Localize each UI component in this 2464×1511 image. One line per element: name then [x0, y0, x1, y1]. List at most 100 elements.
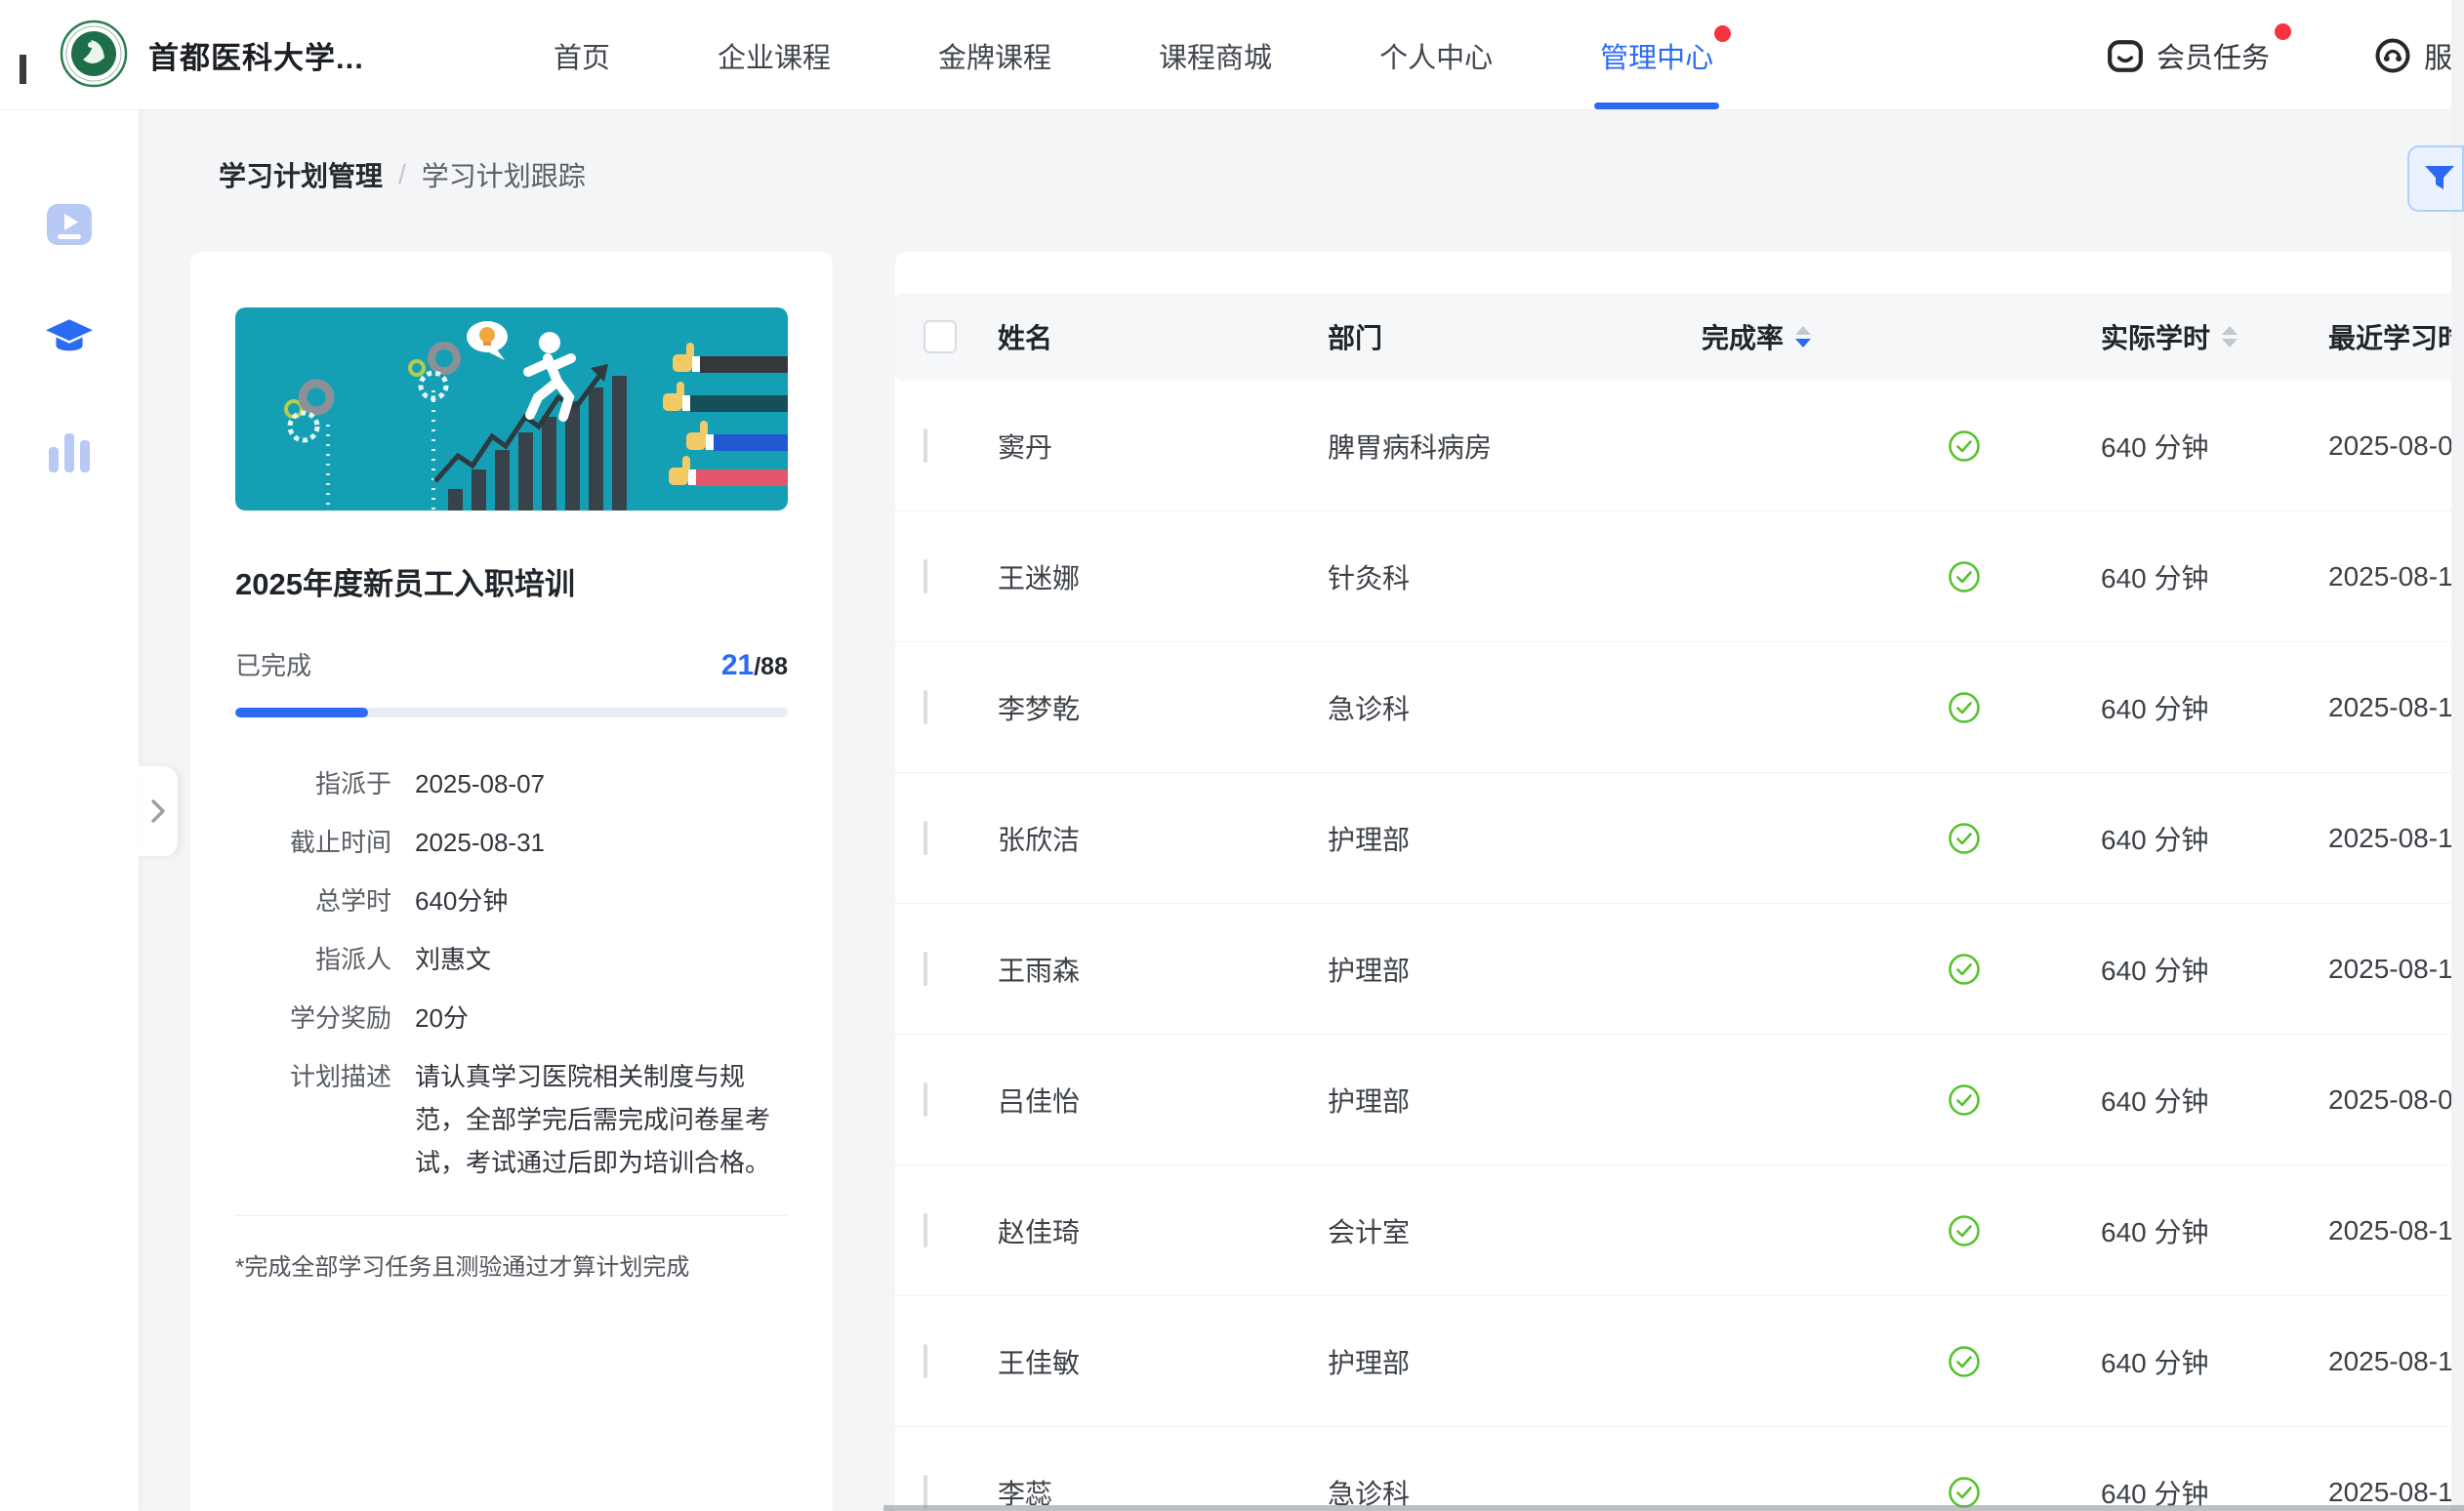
member-badge-icon: [2108, 39, 2143, 72]
sidebar-item-video-courses[interactable]: [45, 200, 94, 249]
cell-actual-hours: 640 分钟: [2101, 1216, 2209, 1247]
row-checkbox[interactable]: [924, 951, 927, 986]
completed-check-icon: [1949, 691, 1980, 723]
cell-name: 李梦乾: [998, 693, 1081, 724]
breadcrumb-current: 学习计划跟踪: [421, 161, 586, 191]
row-checkbox[interactable]: [924, 428, 927, 463]
row-checkbox[interactable]: [924, 1474, 927, 1509]
plan-progress-row: 已完成 21/88: [235, 646, 788, 682]
field-value: 640分钟: [415, 886, 509, 916]
video-course-icon: [47, 204, 92, 245]
bottom-edge-artifact: [883, 1505, 2464, 1511]
cell-name: 窦丹: [998, 431, 1053, 463]
cell-department: 急诊科: [1328, 693, 1411, 724]
scrollbar-track[interactable]: [2451, 0, 2464, 1511]
header-last-study: 最近学习时间: [2328, 323, 2464, 353]
table-row: 吕佳怡 护理部 640 分钟 2025-08-0: [895, 1035, 2464, 1165]
row-checkbox[interactable]: [924, 689, 927, 724]
university-logo: [60, 20, 128, 88]
member-tasks-button[interactable]: 会员任务: [2107, 0, 2291, 110]
brand-title: 首都医科大学...: [148, 41, 364, 75]
chevron-right-icon: [151, 799, 165, 823]
filter-funnel-icon: [2425, 166, 2454, 189]
field-label: 指派于: [314, 769, 391, 798]
plan-progress-fill: [235, 708, 368, 717]
row-checkbox[interactable]: [924, 1082, 927, 1117]
mini-sidebar: [0, 110, 139, 1511]
table-row: 赵佳琦 会计室 640 分钟 2025-08-1: [895, 1165, 2464, 1296]
field-label: 截止时间: [289, 828, 391, 857]
field-label: 指派人: [314, 945, 391, 974]
field-value: 2025-08-31: [415, 828, 545, 857]
cell-last-study: 2025-08-1: [2328, 953, 2453, 984]
notification-dot: [1714, 24, 1732, 42]
table-row: 李蕊 急诊科 640 分钟 2025-08-1: [895, 1427, 2464, 1511]
sort-actual-hours[interactable]: [2222, 326, 2238, 347]
table-rows: 窦丹 脾胃病科病房 640 分钟 2025-08-0 王迷娜 针灸科 640 分…: [895, 381, 2464, 1511]
field-value: 2025-08-07: [415, 769, 545, 798]
nav-course-mall[interactable]: 课程商城: [1159, 35, 1272, 76]
page-body: 学习计划管理 / 学习计划跟踪 2025年度新员工入职培训 已完成 21/88 …: [0, 110, 2464, 1511]
sidebar-expand-toggle[interactable]: [139, 766, 178, 856]
cell-last-study: 2025-08-1: [2328, 822, 2453, 853]
filter-button[interactable]: [2407, 145, 2464, 212]
sidebar-item-statistics[interactable]: [45, 427, 94, 475]
cell-name: 吕佳怡: [998, 1085, 1081, 1117]
nav-personal-center[interactable]: 个人中心: [1379, 35, 1493, 76]
member-tasks-dot: [2275, 23, 2291, 40]
field-value: 请认真学习医院相关制度与规范，全部学完后需完成问卷星考试，考试通过后即为培训合格…: [415, 1062, 771, 1177]
completed-check-icon: [1949, 1214, 1980, 1246]
breadcrumb: 学习计划管理 / 学习计划跟踪: [219, 155, 586, 194]
plan-title: 2025年度新员工入职培训: [235, 567, 575, 601]
cell-last-study: 2025-08-1: [2328, 1214, 2453, 1246]
cell-department: 护理部: [1328, 824, 1411, 855]
row-checkbox[interactable]: [924, 558, 927, 593]
cell-actual-hours: 640 分钟: [2101, 562, 2209, 593]
table-row: 王佳敏 护理部 640 分钟 2025-08-1: [895, 1296, 2464, 1427]
cell-actual-hours: 640 分钟: [2101, 1085, 2209, 1117]
field-label: 学分奖励: [289, 1003, 391, 1033]
completed-count-total: /88: [754, 653, 788, 680]
training-plan-card: 2025年度新员工入职培训 已完成 21/88 指派于 2025-08-07 截…: [190, 252, 833, 1511]
cell-last-study: 2025-08-1: [2328, 691, 2453, 722]
completed-label: 已完成: [235, 651, 312, 680]
nav-admin-center[interactable]: 管理中心: [1594, 24, 1732, 109]
plan-progress-track: [235, 708, 788, 717]
header-name: 姓名: [998, 323, 1053, 353]
sidebar-item-training-plans[interactable]: [45, 313, 94, 362]
nav-enterprise-courses[interactable]: 企业课程: [718, 35, 831, 76]
row-checkbox[interactable]: [924, 1212, 927, 1247]
field-assigned-date: 指派于 2025-08-07: [235, 762, 788, 805]
cell-last-study: 2025-08-1: [2328, 560, 2453, 592]
cell-name: 王迷娜: [998, 562, 1081, 593]
statistics-bars-icon: [49, 433, 90, 472]
table-row: 李梦乾 急诊科 640 分钟 2025-08-1: [895, 642, 2464, 773]
header-actual-hours: 实际学时: [2101, 317, 2238, 356]
cell-actual-hours: 640 分钟: [2101, 824, 2209, 855]
select-all-checkbox[interactable]: [924, 320, 957, 353]
member-tasks-label: 会员任务: [2156, 42, 2271, 74]
active-tab-underline: [1594, 102, 1720, 109]
plan-detail-fields: 指派于 2025-08-07 截止时间 2025-08-31 总学时 640分钟…: [235, 762, 788, 1184]
table-row: 窦丹 脾胃病科病房 640 分钟 2025-08-0: [895, 381, 2464, 511]
sort-completion[interactable]: [1795, 326, 1812, 347]
field-value: 刘惠文: [415, 945, 492, 974]
completed-check-icon: [1949, 1345, 1980, 1377]
field-credit-reward: 学分奖励 20分: [235, 997, 788, 1040]
table-header: 姓名 部门 完成率 实际学时 最近学习时间: [895, 293, 2464, 381]
field-value: 20分: [415, 1003, 469, 1033]
header-actual-hours-label: 实际学时: [2101, 323, 2211, 353]
cell-actual-hours: 640 分钟: [2101, 693, 2209, 724]
nav-gold-courses[interactable]: 金牌课程: [938, 35, 1051, 76]
nav-home[interactable]: 首页: [554, 35, 610, 76]
row-checkbox[interactable]: [924, 820, 927, 855]
field-label: 总学时: [314, 886, 391, 916]
cell-department: 针灸科: [1328, 562, 1411, 593]
training-plan-icon: [46, 319, 93, 351]
completed-count-value: 21: [720, 649, 755, 681]
cell-name: 张欣洁: [998, 824, 1081, 855]
breadcrumb-parent[interactable]: 学习计划管理: [219, 155, 383, 194]
cell-last-study: 2025-08-0: [2328, 1083, 2453, 1115]
completed-count: 21/88: [721, 649, 788, 682]
row-checkbox[interactable]: [924, 1343, 927, 1378]
